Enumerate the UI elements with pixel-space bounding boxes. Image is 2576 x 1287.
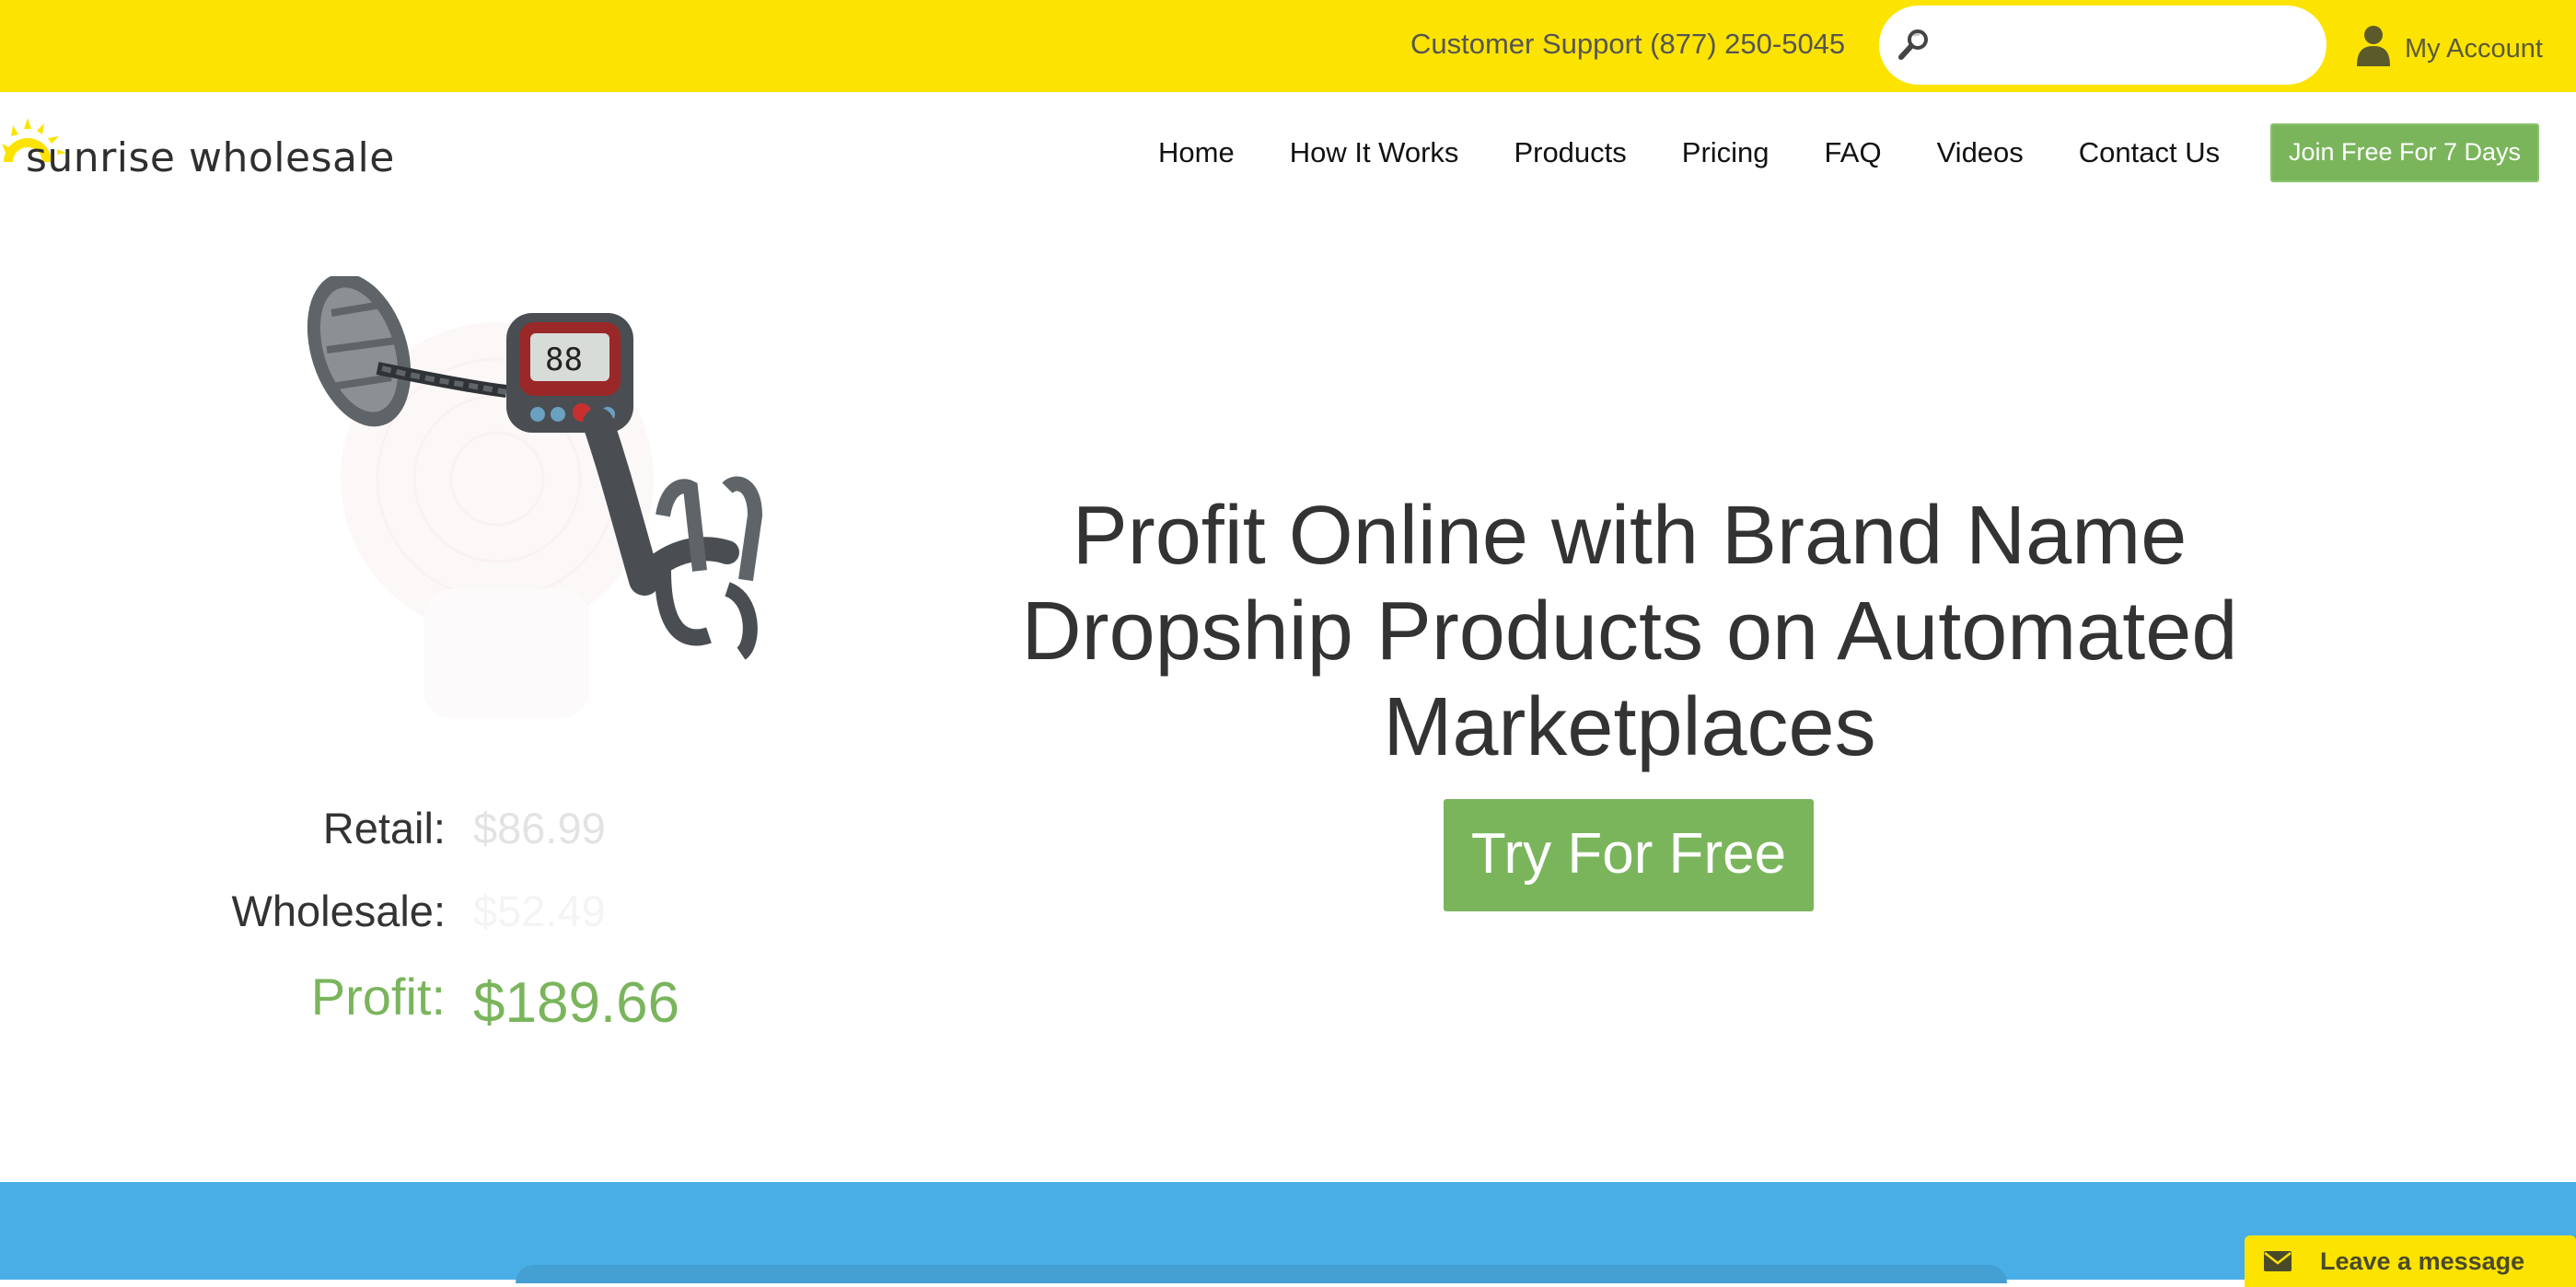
nav-contact-us[interactable]: Contact Us bbox=[2079, 136, 2220, 169]
my-account-link[interactable]: My Account bbox=[2355, 18, 2543, 74]
join-free-button[interactable]: Join Free For 7 Days bbox=[2270, 123, 2539, 182]
wholesale-price-row: Wholesale: $52.49 bbox=[0, 886, 700, 950]
try-for-free-button[interactable]: Try For Free bbox=[1444, 799, 1814, 911]
nav-home[interactable]: Home bbox=[1158, 136, 1235, 169]
blue-section-shadow bbox=[516, 1265, 2007, 1283]
nav-faq[interactable]: FAQ bbox=[1825, 136, 1882, 169]
leave-message-label: Leave a message bbox=[2320, 1246, 2525, 1275]
top-bar: Customer Support (877) 250-5045 My Accou… bbox=[0, 0, 2576, 92]
search-icon[interactable] bbox=[1896, 26, 1932, 63]
wholesale-label: Wholesale: bbox=[231, 887, 447, 935]
retail-value: $86.99 bbox=[473, 804, 606, 852]
profit-value: $189.66 bbox=[473, 971, 680, 1035]
search-box[interactable] bbox=[1879, 6, 2327, 85]
envelope-icon bbox=[2264, 1251, 2292, 1271]
hero-headline: Profit Online with Brand Name Dropship P… bbox=[1021, 490, 2238, 773]
nav-products[interactable]: Products bbox=[1514, 136, 1626, 169]
logo-text: sunrise wholesale bbox=[26, 134, 395, 181]
customer-support-text: Customer Support (877) 250-5045 bbox=[1410, 28, 1846, 60]
user-icon bbox=[2357, 26, 2390, 66]
logo[interactable]: sunrise wholesale bbox=[0, 112, 394, 186]
profit-price-row: Profit: $189.66 bbox=[0, 967, 700, 1035]
svg-text:88: 88 bbox=[545, 342, 583, 378]
nav-videos[interactable]: Videos bbox=[1937, 136, 2024, 169]
nav-how-it-works[interactable]: How It Works bbox=[1290, 136, 1459, 169]
profit-label: Profit: bbox=[310, 968, 446, 1026]
main-nav: Home How It Works Products Pricing FAQ V… bbox=[1158, 136, 2220, 169]
metal-detector-product-image: 88 bbox=[307, 276, 763, 718]
retail-label: Retail: bbox=[322, 804, 446, 852]
wholesale-value: $52.49 bbox=[473, 887, 606, 935]
my-account-label: My Account bbox=[2405, 33, 2543, 64]
nav-pricing[interactable]: Pricing bbox=[1682, 136, 1770, 169]
retail-price-row: Retail: $86.99 bbox=[0, 803, 700, 867]
search-input[interactable] bbox=[1944, 15, 2303, 75]
